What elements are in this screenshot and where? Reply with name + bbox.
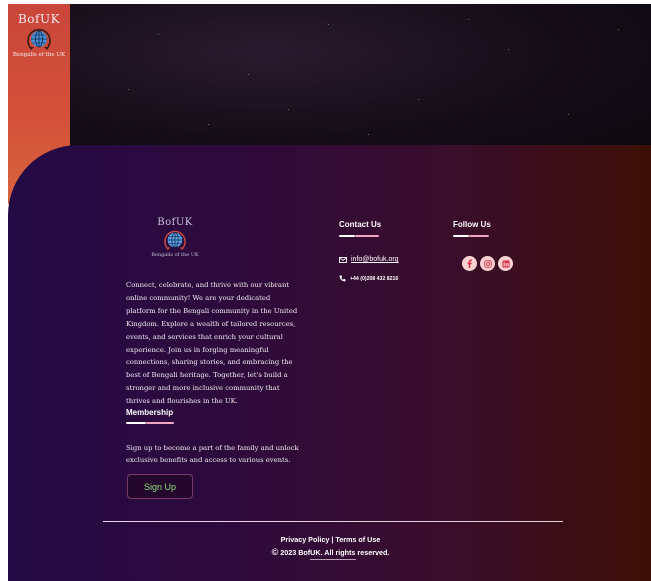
logo-caption: Bengalis of the UK — [12, 52, 66, 58]
copyright-icon: © — [271, 547, 279, 557]
contact-phone-row: +44 (0)208 432 8216 — [339, 275, 398, 282]
heading-underline-accent — [469, 235, 489, 237]
copyright-text: 2023 BofUK. All rights reserved. — [280, 548, 390, 557]
copyright-line: © 2023 BofUK. All rights reserved. — [8, 547, 651, 557]
heading-underline-accent — [355, 235, 379, 237]
envelope-icon — [339, 256, 347, 263]
heading-underline-accent — [146, 422, 174, 424]
linkedin-icon[interactable] — [498, 256, 513, 271]
globe-icon — [27, 28, 51, 50]
social-links — [462, 256, 513, 271]
page-frame: BofUK Bengalis of the UK BofUK Bengalis … — [8, 4, 651, 581]
footer-logo[interactable]: BofUK Bengalis of the UK — [146, 217, 204, 258]
phone-number[interactable]: +44 (0)208 432 8216 — [350, 276, 398, 282]
instagram-icon[interactable] — [480, 256, 495, 271]
footer-divider — [103, 521, 563, 522]
globe-icon — [164, 230, 186, 251]
site-footer: BofUK Bengalis of the UK Connect, celebr… — [8, 145, 651, 581]
heading-underline — [453, 235, 469, 237]
facebook-icon[interactable] — [462, 256, 477, 271]
contact-email-row: info@bofuk.org — [339, 256, 399, 263]
logo-wordmark: BofUK — [17, 12, 61, 26]
footer-logo-caption: Bengalis of the UK — [151, 252, 199, 258]
email-link[interactable]: info@bofuk.org — [351, 256, 399, 263]
legal-links[interactable]: Privacy Policy | Terms of Use — [8, 535, 651, 544]
contact-heading: Contact Us — [339, 220, 382, 229]
follow-heading: Follow Us — [453, 220, 491, 229]
heading-underline — [126, 422, 146, 424]
hero-background — [8, 4, 651, 164]
header-logo[interactable]: BofUK Bengalis of the UK — [8, 12, 70, 58]
phone-icon — [339, 275, 346, 282]
bottom-accent-line — [310, 559, 356, 560]
membership-text: Sign up to become a part of the family a… — [126, 444, 299, 465]
heading-underline — [339, 235, 355, 237]
about-text: Connect, celebrate, and thrive with our … — [126, 281, 298, 406]
footer-logo-wordmark: BofUK — [157, 217, 193, 228]
sign-up-button[interactable]: Sign Up — [127, 474, 193, 499]
membership-heading: Membership — [126, 408, 174, 417]
